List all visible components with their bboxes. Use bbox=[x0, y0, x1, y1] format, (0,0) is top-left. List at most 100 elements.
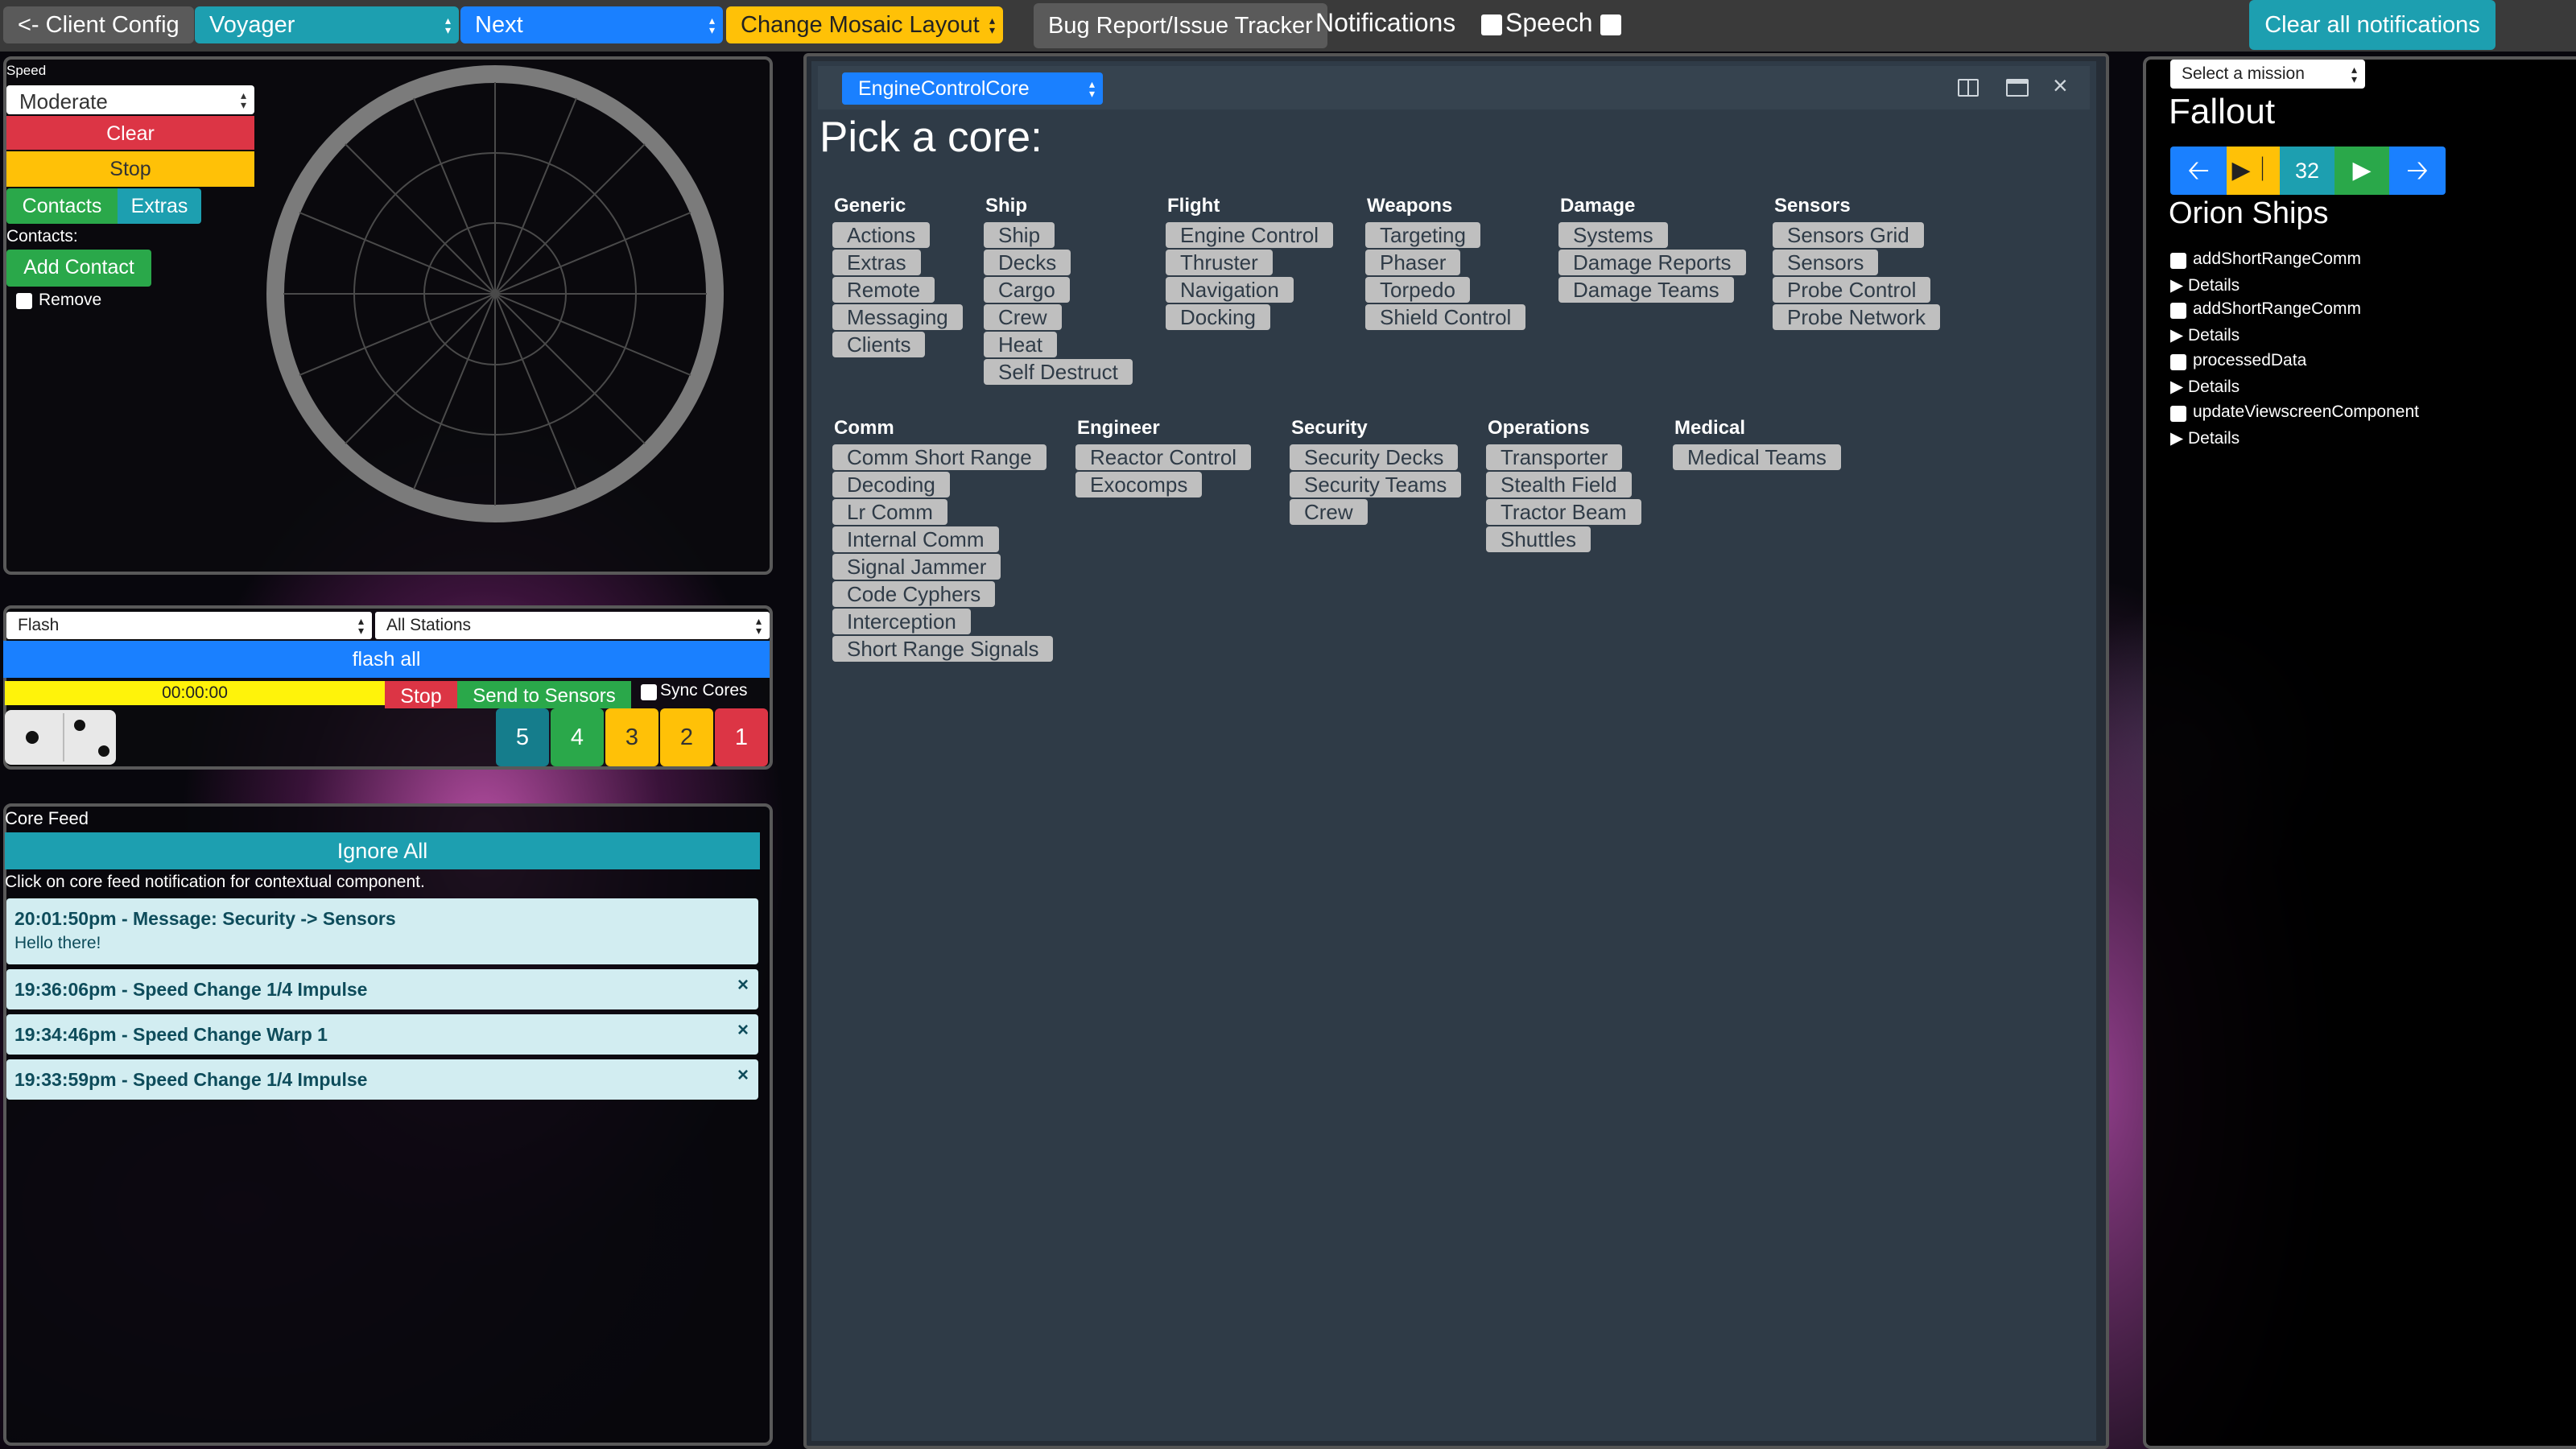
client-config-button[interactable]: <- Client Config bbox=[3, 6, 194, 43]
core-button[interactable]: Ship bbox=[984, 222, 1055, 248]
split-view-icon[interactable] bbox=[1958, 79, 1979, 97]
core-button[interactable]: Engine Control bbox=[1166, 222, 1333, 248]
core-button[interactable]: Signal Jammer bbox=[832, 554, 1001, 580]
core-button[interactable]: Messaging bbox=[832, 304, 963, 330]
core-button[interactable]: Targeting bbox=[1365, 222, 1480, 248]
feed-item-title: 19:34:46pm - Speed Change Warp 1 bbox=[14, 1024, 328, 1045]
countdown-4[interactable]: 4 bbox=[551, 708, 604, 766]
core-button[interactable]: Torpedo bbox=[1365, 277, 1470, 303]
core-button[interactable]: Code Cyphers bbox=[832, 581, 996, 607]
core-button[interactable]: Actions bbox=[832, 222, 931, 248]
feed-item[interactable]: 19:33:59pm - Speed Change 1/4 Impulse × bbox=[6, 1059, 758, 1100]
stop-button[interactable]: Stop bbox=[6, 151, 254, 187]
core-button[interactable]: Security Decks bbox=[1290, 444, 1459, 470]
core-button[interactable]: Medical Teams bbox=[1673, 444, 1841, 470]
step-checkbox[interactable] bbox=[2170, 303, 2186, 319]
core-button[interactable]: Reactor Control bbox=[1075, 444, 1252, 470]
close-icon[interactable]: × bbox=[737, 1064, 749, 1087]
core-button[interactable]: Systems bbox=[1558, 222, 1668, 248]
speed-select[interactable]: Moderate bbox=[6, 85, 254, 114]
core-button[interactable]: Sensors bbox=[1773, 250, 1879, 275]
bug-report-button[interactable]: Bug Report/Issue Tracker bbox=[1034, 3, 1327, 48]
core-button[interactable]: Comm Short Range bbox=[832, 444, 1046, 470]
core-button[interactable]: Self Destruct bbox=[984, 359, 1133, 385]
sensor-grid[interactable] bbox=[258, 64, 733, 539]
core-button[interactable]: Phaser bbox=[1365, 250, 1461, 275]
clear-notifications-button[interactable]: Clear all notifications bbox=[2249, 0, 2496, 50]
core-button[interactable]: Damage Reports bbox=[1558, 250, 1746, 275]
core-button[interactable]: Heat bbox=[984, 332, 1057, 357]
core-button[interactable]: Crew bbox=[984, 304, 1062, 330]
stations-select[interactable]: All Stations bbox=[375, 612, 770, 639]
feed-item[interactable]: 19:34:46pm - Speed Change Warp 1 × bbox=[6, 1014, 758, 1055]
countdown-3[interactable]: 3 bbox=[605, 708, 658, 766]
countdown-1[interactable]: 1 bbox=[715, 708, 768, 766]
core-button[interactable]: Sensors Grid bbox=[1773, 222, 1924, 248]
core-button[interactable]: Crew bbox=[1290, 499, 1368, 525]
flash-mode-select[interactable]: Flash bbox=[6, 612, 372, 639]
mosaic-layout-select[interactable]: Change Mosaic Layout bbox=[726, 6, 1003, 43]
dice-icon[interactable] bbox=[5, 710, 116, 765]
send-to-sensors-button[interactable]: Send to Sensors bbox=[457, 681, 631, 708]
core-button[interactable]: Decoding bbox=[832, 472, 950, 497]
core-button[interactable]: Shuttles bbox=[1486, 526, 1591, 552]
details-toggle[interactable]: ▶ Details bbox=[2170, 377, 2240, 397]
core-button[interactable]: Stealth Field bbox=[1486, 472, 1632, 497]
core-button[interactable]: Tractor Beam bbox=[1486, 499, 1641, 525]
core-button[interactable]: Damage Teams bbox=[1558, 277, 1734, 303]
countdown-5[interactable]: 5 bbox=[496, 708, 549, 766]
countdown-2[interactable]: 2 bbox=[660, 708, 713, 766]
maximize-icon[interactable] bbox=[2006, 79, 2029, 97]
next-select[interactable]: Next bbox=[460, 6, 723, 43]
core-button[interactable]: Cargo bbox=[984, 277, 1070, 303]
core-button[interactable]: Transporter bbox=[1486, 444, 1623, 470]
play-icon[interactable]: ▶ bbox=[2334, 147, 2389, 195]
simulator-select[interactable]: Voyager bbox=[195, 6, 459, 43]
core-button[interactable]: Shield Control bbox=[1365, 304, 1526, 330]
flash-all-button[interactable]: flash all bbox=[3, 641, 770, 678]
tab-extras[interactable]: Extras bbox=[118, 188, 201, 224]
feed-item[interactable]: 20:01:50pm - Message: Security -> Sensor… bbox=[6, 898, 758, 964]
next-step-button[interactable]: 🡢 bbox=[2389, 147, 2446, 195]
speech-checkbox[interactable] bbox=[1600, 14, 1621, 35]
step-counter[interactable]: 32 bbox=[2280, 147, 2334, 195]
close-icon[interactable]: × bbox=[737, 974, 749, 997]
core-button[interactable]: Decks bbox=[984, 250, 1071, 275]
core-button[interactable]: Docking bbox=[1166, 304, 1270, 330]
step-skip-button[interactable]: ▶｜ bbox=[2227, 147, 2280, 195]
remove-checkbox[interactable] bbox=[16, 293, 32, 309]
core-button[interactable]: Internal Comm bbox=[832, 526, 999, 552]
core-select[interactable]: EngineControlCore bbox=[842, 72, 1103, 105]
ignore-all-button[interactable]: Ignore All bbox=[5, 832, 760, 869]
core-button[interactable]: Probe Network bbox=[1773, 304, 1940, 330]
core-button[interactable]: Thruster bbox=[1166, 250, 1273, 275]
add-contact-button[interactable]: Add Contact bbox=[6, 250, 151, 287]
timer-stop-button[interactable]: Stop bbox=[385, 681, 457, 708]
feed-item-title: 19:33:59pm - Speed Change 1/4 Impulse bbox=[14, 1069, 368, 1090]
core-button[interactable]: Lr Comm bbox=[832, 499, 947, 525]
step-checkbox[interactable] bbox=[2170, 406, 2186, 422]
core-button[interactable]: Short Range Signals bbox=[832, 636, 1054, 662]
details-toggle[interactable]: ▶ Details bbox=[2170, 428, 2240, 448]
core-button[interactable]: Interception bbox=[832, 609, 971, 634]
notifications-checkbox[interactable] bbox=[1481, 14, 1502, 35]
core-button[interactable]: Probe Control bbox=[1773, 277, 1931, 303]
close-icon[interactable]: × bbox=[737, 1019, 749, 1042]
feed-item[interactable]: 19:36:06pm - Speed Change 1/4 Impulse × bbox=[6, 969, 758, 1009]
step-checkbox[interactable] bbox=[2170, 253, 2186, 269]
core-button[interactable]: Navigation bbox=[1166, 277, 1294, 303]
sync-cores-checkbox[interactable] bbox=[641, 684, 657, 700]
core-button[interactable]: Extras bbox=[832, 250, 921, 275]
core-button[interactable]: Exocomps bbox=[1075, 472, 1203, 497]
core-button[interactable]: Clients bbox=[832, 332, 926, 357]
tab-contacts[interactable]: Contacts bbox=[6, 188, 118, 224]
clear-button[interactable]: Clear bbox=[6, 116, 254, 150]
step-checkbox[interactable] bbox=[2170, 354, 2186, 370]
core-button[interactable]: Security Teams bbox=[1290, 472, 1462, 497]
previous-step-button[interactable]: 🡠 bbox=[2170, 147, 2227, 195]
details-toggle[interactable]: ▶ Details bbox=[2170, 275, 2240, 295]
close-icon[interactable]: × bbox=[2053, 71, 2068, 101]
mission-select[interactable]: Select a mission bbox=[2170, 60, 2365, 89]
details-toggle[interactable]: ▶ Details bbox=[2170, 325, 2240, 345]
core-button[interactable]: Remote bbox=[832, 277, 935, 303]
